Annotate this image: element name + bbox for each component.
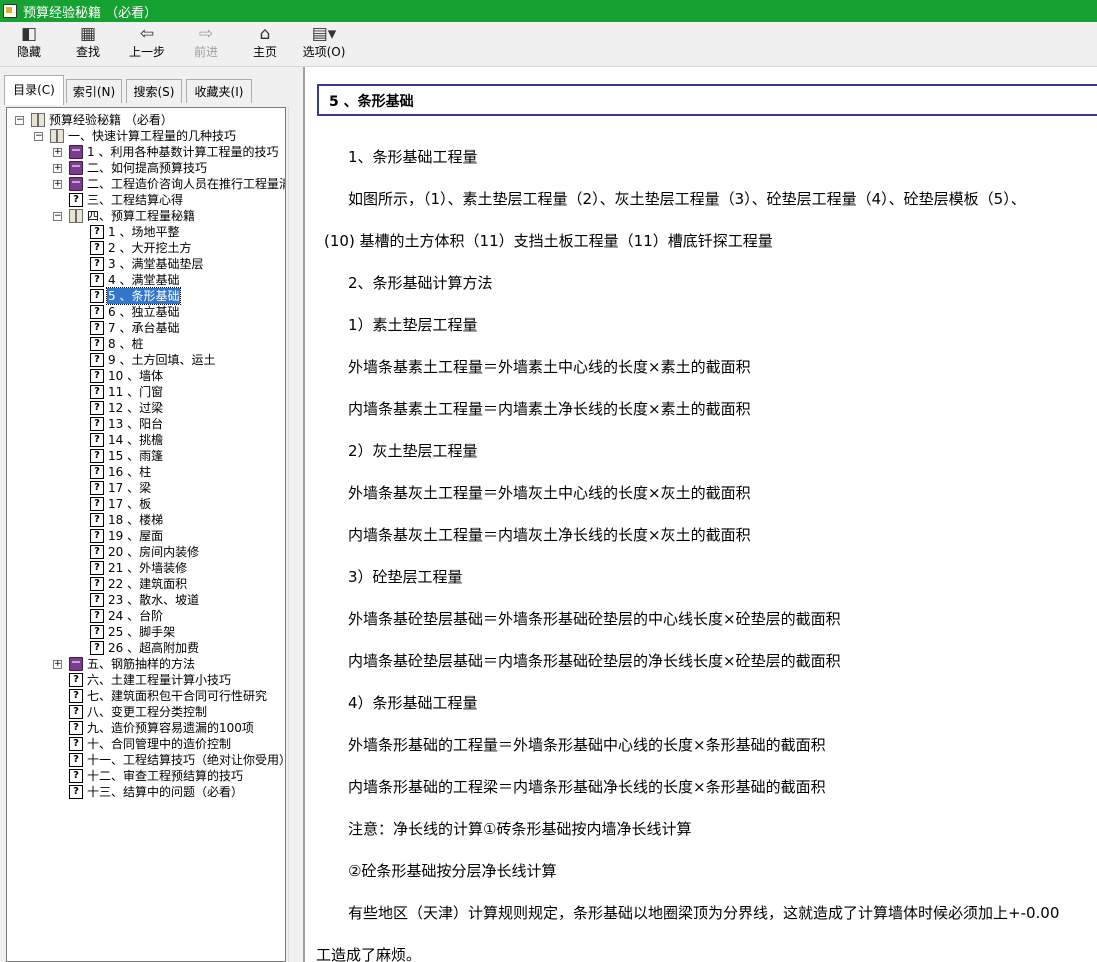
help-page-icon: ? [90, 609, 104, 623]
expand-icon[interactable]: + [53, 148, 62, 157]
open-book-icon [31, 113, 45, 127]
closed-book-icon [69, 161, 83, 175]
options-icon: ▤▾ [311, 24, 337, 44]
hide-pane-icon: ◧ [20, 24, 38, 44]
help-page-icon: ? [69, 721, 83, 735]
open-book-icon [69, 209, 83, 223]
help-page-icon: ? [69, 737, 83, 751]
help-page-icon: ? [90, 497, 104, 511]
collapse-icon[interactable]: − [34, 132, 43, 141]
find-icon: ▦ [79, 24, 97, 44]
help-page-icon: ? [90, 257, 104, 271]
help-page-icon: ? [69, 785, 83, 799]
help-page-icon: ? [90, 353, 104, 367]
help-book-icon [3, 4, 17, 18]
tab-favorites[interactable]: 收藏夹(I) [186, 79, 252, 103]
expand-icon[interactable]: + [53, 180, 62, 189]
paragraph: 外墙条基素土工程量＝外墙素土中心线的长度×素土的截面积 [348, 358, 751, 376]
closed-book-icon [69, 145, 83, 159]
paragraph: 2）灰土垫层工程量 [348, 442, 478, 460]
topic-content: 5 、条形基础 1、条形基础工程量 如图所示，（1）、素土垫层工程量（2）、灰土… [303, 67, 1097, 962]
help-page-icon: ? [90, 369, 104, 383]
help-page-icon: ? [90, 433, 104, 447]
help-page-icon: ? [69, 705, 83, 719]
help-page-icon: ? [90, 289, 104, 303]
topic-title: 5 、条形基础 [329, 94, 414, 110]
help-page-icon: ? [90, 625, 104, 639]
help-page-icon: ? [90, 241, 104, 255]
paragraph: 外墙条基灰土工程量＝外墙灰土中心线的长度×灰土的截面积 [348, 484, 751, 502]
help-page-icon: ? [90, 273, 104, 287]
paragraph: 4）条形基础工程量 [348, 694, 478, 712]
paragraph: 有些地区（天津）计算规则规定，条形基础以地圈梁顶为分界线，这就造成了计算墙体时候… [348, 904, 1060, 922]
contents-tree[interactable]: − 预算经验秘籍 （必看） − 一、快速计算工程量的几种技巧 + 1 、利用各种… [6, 107, 286, 962]
paragraph: 内墙条基砼垫层基础＝内墙条形基础砼垫层的净长线长度×砼垫层的截面积 [348, 652, 841, 670]
back-button[interactable]: ⇦ 上一步 [119, 24, 175, 64]
expand-icon[interactable]: + [53, 164, 62, 173]
options-button[interactable]: ▤▾ 选项(O) [296, 24, 352, 64]
help-page-icon: ? [90, 385, 104, 399]
help-page-icon: ? [90, 641, 104, 655]
help-page-icon: ? [69, 769, 83, 783]
tab-index[interactable]: 索引(N) [66, 79, 122, 103]
help-page-icon: ? [90, 481, 104, 495]
tab-search[interactable]: 搜索(S) [126, 79, 182, 103]
paragraph: 如图所示，（1）、素土垫层工程量（2）、灰土垫层工程量（3）、砼垫层工程量（4）… [348, 190, 1026, 208]
help-page-icon: ? [90, 321, 104, 335]
paragraph: (10) 基槽的土方体积（11）支挡土板工程量（11）槽底钎探工程量 [324, 232, 773, 250]
collapse-icon[interactable]: − [15, 116, 24, 125]
open-book-icon [50, 129, 64, 143]
paragraph: 注意：净长线的计算①砖条形基础按内墙净长线计算 [348, 820, 692, 838]
toolbar: ◧ 隐藏 ▦ 查找 ⇦ 上一步 ⇨ 前进 ⌂ 主页 ▤▾ 选项(O) [0, 22, 1097, 67]
paragraph: 内墙条基灰土工程量＝内墙灰土净长线的长度×灰土的截面积 [348, 526, 751, 544]
closed-book-icon [69, 657, 83, 671]
help-page-icon: ? [90, 577, 104, 591]
tab-contents[interactable]: 目录(C) [4, 75, 64, 105]
paragraph: 内墙条形基础的工程梁＝内墙条形基础净长线的长度×条形基础的截面积 [348, 778, 826, 796]
navigation-tabs: 目录(C) 索引(N) 搜索(S) 收藏夹(I) [4, 75, 296, 105]
help-page-icon: ? [90, 225, 104, 239]
help-page-icon: ? [90, 465, 104, 479]
find-button[interactable]: ▦ 查找 [60, 24, 116, 64]
title-bar: 预算经验秘籍 （必看） [0, 0, 1097, 22]
paragraph: ②砼条形基础按分层净长线计算 [348, 862, 557, 880]
paragraph: 1、条形基础工程量 [348, 148, 478, 166]
help-page-icon: ? [90, 449, 104, 463]
help-page-icon: ? [69, 193, 83, 207]
help-page-icon: ? [90, 593, 104, 607]
paragraph: 2、条形基础计算方法 [348, 274, 493, 292]
help-page-icon: ? [90, 529, 104, 543]
topic-title-box: 5 、条形基础 [317, 84, 1097, 116]
paragraph: 外墙条基砼垫层基础＝外墙条形基础砼垫层的中心线长度×砼垫层的截面积 [348, 610, 841, 628]
window-title: 预算经验秘籍 （必看） [23, 5, 158, 21]
help-page-icon: ? [69, 673, 83, 687]
help-page-icon: ? [90, 545, 104, 559]
tree-scrollbar[interactable] [288, 107, 297, 962]
arrow-right-icon: ⇨ [198, 24, 214, 44]
paragraph: 外墙条形基础的工程量＝外墙条形基础中心线的长度×条形基础的截面积 [348, 736, 826, 754]
home-button[interactable]: ⌂ 主页 [237, 24, 293, 64]
home-icon: ⌂ [259, 24, 271, 44]
help-page-icon: ? [90, 305, 104, 319]
help-page-icon: ? [69, 689, 83, 703]
closed-book-icon [69, 177, 83, 191]
forward-button[interactable]: ⇨ 前进 [178, 24, 234, 64]
paragraph: 3）砼垫层工程量 [348, 568, 463, 586]
help-page-icon: ? [90, 513, 104, 527]
help-page-icon: ? [69, 753, 83, 767]
expand-icon[interactable]: + [53, 660, 62, 669]
paragraph: 1）素土垫层工程量 [348, 316, 478, 334]
navigation-pane: 目录(C) 索引(N) 搜索(S) 收藏夹(I) − 预算经验秘籍 （必看） −… [0, 67, 300, 962]
hide-button[interactable]: ◧ 隐藏 [1, 24, 57, 64]
help-page-icon: ? [90, 561, 104, 575]
arrow-left-icon: ⇦ [139, 24, 155, 44]
paragraph: 工造成了麻烦。 [316, 946, 422, 962]
help-page-icon: ? [90, 401, 104, 415]
help-page-icon: ? [90, 337, 104, 351]
help-page-icon: ? [90, 417, 104, 431]
paragraph: 内墙条基素土工程量＝内墙素土净长线的长度×素土的截面积 [348, 400, 751, 418]
collapse-icon[interactable]: − [53, 212, 62, 221]
